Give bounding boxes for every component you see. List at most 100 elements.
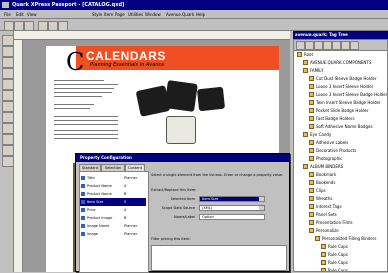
tree-node[interactable]: Personalize <box>294 227 387 235</box>
tree-node[interactable]: Wreaths <box>294 195 387 203</box>
page-subtitle: Planning Essentials in Avance <box>90 62 165 68</box>
tree-node[interactable]: Decorative Products <box>294 147 387 155</box>
footer-text: Filter pricing this Item: <box>151 237 191 241</box>
planner-image[interactable] <box>164 80 198 112</box>
tree-node[interactable]: Clips <box>294 187 387 195</box>
tree-node-label: AVENUE.QUARK.COMPONENTS <box>310 60 372 65</box>
tab-selection[interactable]: Selection <box>101 164 125 171</box>
toolbar <box>0 19 388 31</box>
tree-node[interactable]: Root <box>294 51 387 59</box>
tab-standard[interactable]: Standard <box>79 164 101 171</box>
menu-help[interactable]: Help <box>196 12 205 17</box>
selected-item-value: Item Size <box>202 197 219 201</box>
tree-node[interactable]: AVENUE.QUARK.COMPONENTS <box>294 59 387 67</box>
data-source-select[interactable]: (XML) <box>199 205 265 211</box>
tree-node-label: Eye Candy <box>310 132 332 137</box>
tree-node[interactable]: Panel Sets <box>294 211 387 219</box>
tree-tool-icon[interactable] <box>305 41 314 50</box>
zoom-tool-icon[interactable] <box>2 68 14 79</box>
line-tool-icon[interactable] <box>2 123 14 134</box>
property-value: A <box>124 184 127 188</box>
tree-node[interactable]: Rule Caps <box>294 243 387 251</box>
property-row[interactable]: Product Name B <box>80 190 146 198</box>
cut-icon[interactable] <box>38 21 48 31</box>
menu-file[interactable]: File <box>4 12 11 17</box>
tree-node[interactable]: FAMILY <box>294 67 387 75</box>
tree-node[interactable]: Presentation Films <box>294 219 387 227</box>
tree-node[interactable]: Rule Caps <box>294 259 387 267</box>
tree-node[interactable]: Soft Adhesive Name Badges <box>294 123 387 131</box>
tree-node[interactable]: Cut Dust Sleeve Badge Holder <box>294 75 387 83</box>
table-tool-icon[interactable] <box>2 156 14 167</box>
tree-tool-icon[interactable] <box>296 41 305 50</box>
tree-node[interactable]: Adhesive Labels <box>294 139 387 147</box>
tab-content[interactable]: Content <box>125 164 145 171</box>
field3-label: Name/Label <box>174 215 195 219</box>
property-name: Title <box>87 176 95 180</box>
new-icon[interactable] <box>4 21 14 31</box>
tree-node[interactable]: Photographic <box>294 155 387 163</box>
open-icon[interactable] <box>14 21 24 31</box>
chevron-down-icon <box>259 206 264 210</box>
rotate-tool-icon[interactable] <box>2 57 14 68</box>
menu-item[interactable]: Item <box>104 12 113 17</box>
tree-tool-icon[interactable] <box>341 41 350 50</box>
menu-style[interactable]: Style <box>92 12 102 17</box>
save-icon[interactable] <box>24 21 34 31</box>
tree-node[interactable]: Fast Badge Holders <box>294 115 387 123</box>
menu-page[interactable]: Page <box>115 12 125 17</box>
tree-node[interactable]: Eye Candy <box>294 131 387 139</box>
text-box-tool-icon[interactable] <box>2 79 14 90</box>
content-tool-icon[interactable] <box>2 46 14 57</box>
tree-node[interactable]: Pocket Slide Badge Holder <box>294 107 387 115</box>
menu-utilities[interactable]: Utilities <box>128 12 143 17</box>
oval-tool-icon[interactable] <box>2 112 14 123</box>
tree-node[interactable]: Bookmark <box>294 171 387 179</box>
property-row[interactable]: Price A <box>80 206 146 214</box>
link-tool-icon[interactable] <box>2 134 14 145</box>
property-row[interactable]: Product Image B <box>80 214 146 222</box>
menu-avenue-quark[interactable]: Avenue.Quark <box>166 12 194 17</box>
property-row[interactable]: Product Name A <box>80 182 146 190</box>
property-row[interactable]: Title Planner <box>80 174 146 182</box>
folder-icon <box>309 172 314 177</box>
picture-box-tool-icon[interactable] <box>2 90 14 101</box>
property-icon <box>81 216 85 220</box>
tree-node[interactable]: ALBUM BINDERS <box>294 163 387 171</box>
tree-node-label: Bookmark <box>316 172 337 177</box>
rect-tool-icon[interactable] <box>2 101 14 112</box>
tree-node[interactable]: Bookends <box>294 179 387 187</box>
property-row[interactable]: Item Size S <box>80 198 146 206</box>
tree-tool-icon[interactable] <box>314 41 323 50</box>
paste-icon[interactable] <box>58 21 68 31</box>
tree-node[interactable]: Loose 3 Insert Sleeve Badge Holder <box>294 91 387 99</box>
menu-window[interactable]: Window <box>145 12 161 17</box>
property-row[interactable]: Image Name Planner <box>80 222 146 230</box>
tree-node-label: Personalize <box>316 228 339 233</box>
folder-icon <box>297 52 302 57</box>
tree-node[interactable]: Personalized Filling Binders <box>294 235 387 243</box>
item-tool-icon[interactable] <box>2 35 14 46</box>
filter-box[interactable] <box>151 245 287 271</box>
tree-node-label: Wreaths <box>316 196 333 201</box>
copy-icon[interactable] <box>48 21 58 31</box>
tree-node[interactable]: Rule Caps <box>294 267 387 271</box>
text-line <box>54 134 118 135</box>
tree-node[interactable]: Twin Insert Sleeve Badge Holder <box>294 99 387 107</box>
tree-tool-icon[interactable] <box>350 41 359 50</box>
property-row[interactable]: Image Planner <box>80 230 146 238</box>
menu-edit[interactable]: Edit <box>16 12 24 17</box>
unlink-tool-icon[interactable] <box>2 145 14 156</box>
name-label-input[interactable]: Option <box>199 214 265 220</box>
tree-node[interactable]: Interest Tags <box>294 203 387 211</box>
tree-node-label: Rule Caps <box>328 260 348 265</box>
tree-node-label: Clips <box>316 188 326 193</box>
tree-tool-icon[interactable] <box>323 41 332 50</box>
open-planner-image[interactable] <box>166 116 196 144</box>
planner-image[interactable] <box>196 86 226 112</box>
tree-tool-icon[interactable] <box>332 41 341 50</box>
tree-node[interactable]: Rule Caps <box>294 251 387 259</box>
selected-item-select[interactable]: Item Size <box>199 196 265 202</box>
tree-node[interactable]: Loose 3 Insert Sleeve Holder <box>294 83 387 91</box>
menu-view[interactable]: View <box>27 12 37 17</box>
